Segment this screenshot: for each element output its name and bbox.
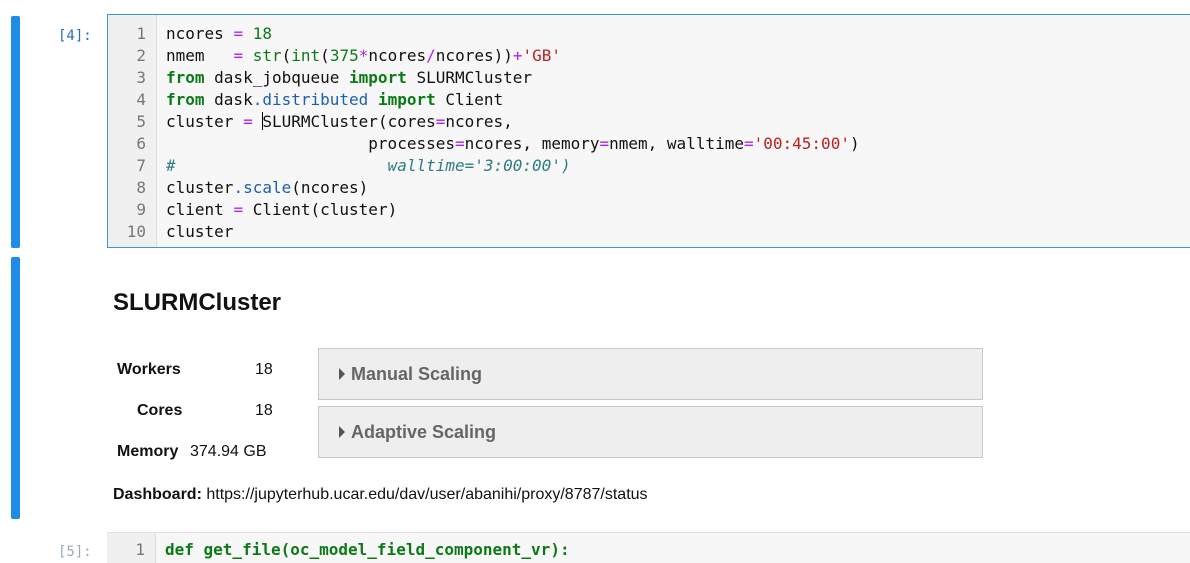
cell-prompt: [5]: xyxy=(58,544,92,560)
line-number: 2 xyxy=(136,46,146,65)
cores-value: 18 xyxy=(255,402,273,419)
line-number-gutter: 1 2 3 4 5 6 7 8 9 10 xyxy=(108,15,157,247)
manual-scaling-accordion[interactable]: Manual Scaling xyxy=(318,348,983,400)
manual-scaling-label: Manual Scaling xyxy=(351,364,483,384)
code-line-1: def get_file(oc_model_field_component_vr… xyxy=(165,540,570,559)
adaptive-scaling-accordion[interactable]: Adaptive Scaling xyxy=(318,406,983,458)
text-cursor xyxy=(262,112,264,130)
adaptive-scaling-label: Adaptive Scaling xyxy=(351,422,497,442)
caret-right-icon xyxy=(339,426,345,438)
cell-prompt: [4]: xyxy=(58,28,92,44)
line-number: 3 xyxy=(136,68,146,87)
code-editor[interactable]: 1 def get_file(oc_model_field_component_… xyxy=(107,532,1190,563)
dashboard-url[interactable]: https://jupyterhub.ucar.edu/dav/user/aba… xyxy=(206,486,647,503)
line-number: 5 xyxy=(136,112,146,131)
code-line-4: from dask.distributed import Client xyxy=(166,90,504,109)
workers-label: Workers xyxy=(117,361,181,378)
code-line-5: cluster = SLURMCluster(cores=ncores, xyxy=(166,112,513,131)
code-line-2: nmem = str(int(375*ncores/ncores))+'GB' xyxy=(166,46,562,65)
cores-label: Cores xyxy=(137,402,183,419)
memory-value: 374.94 GB xyxy=(190,443,267,460)
line-number: 8 xyxy=(136,178,146,197)
code-line-7: # walltime='3:00:00') xyxy=(166,156,571,175)
code-line-10: cluster xyxy=(166,222,234,241)
memory-label: Memory xyxy=(117,443,179,460)
line-number: 6 xyxy=(136,134,146,153)
line-number: 4 xyxy=(136,90,146,109)
output-collapse-bar[interactable] xyxy=(11,257,20,519)
line-number: 10 xyxy=(126,222,146,241)
caret-right-icon xyxy=(339,368,345,380)
line-number: 9 xyxy=(136,200,146,219)
line-number-gutter: 1 xyxy=(107,533,156,563)
cluster-title: SLURMCluster xyxy=(113,289,282,316)
code-line-3: from dask_jobqueue import SLURMCluster xyxy=(166,68,533,87)
cell-selection-bar[interactable] xyxy=(11,16,20,248)
dashboard-line: Dashboard: https://jupyterhub.ucar.edu/d… xyxy=(113,486,648,504)
line-number: 7 xyxy=(136,156,146,175)
code-line-9: client = Client(cluster) xyxy=(166,200,398,219)
code-line-1: ncores = 18 xyxy=(166,24,272,43)
code-line-6: processes=ncores, memory=nmem, walltime=… xyxy=(166,134,860,153)
workers-value: 18 xyxy=(255,361,273,378)
code-editor[interactable]: 1 2 3 4 5 6 7 8 9 10 ncores = 18 nmem = … xyxy=(107,14,1190,248)
line-number: 1 xyxy=(136,24,146,43)
line-number: 1 xyxy=(135,540,145,559)
code-line-8: cluster.scale(ncores) xyxy=(166,178,369,197)
dashboard-label: Dashboard: xyxy=(113,486,202,503)
